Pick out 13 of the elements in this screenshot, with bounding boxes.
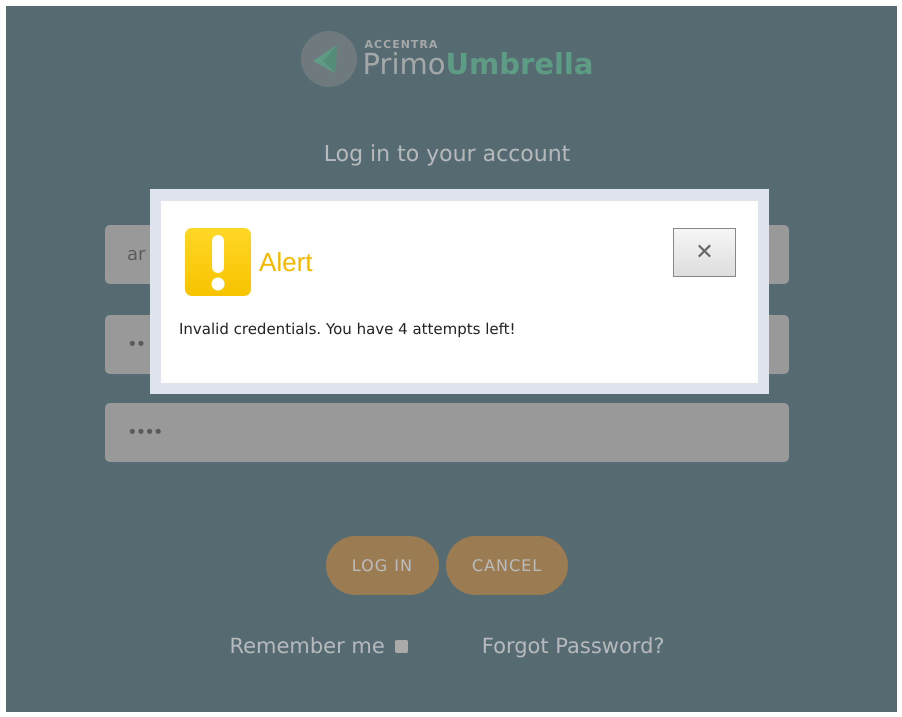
alert-message: Invalid credentials. You have 4 attempts left!	[179, 319, 517, 340]
logo-icon	[300, 31, 357, 87]
warning-icon	[185, 228, 251, 296]
forgot-password-link[interactable]: Forgot Password?	[482, 631, 665, 662]
close-button[interactable]: ✕	[673, 228, 736, 277]
brand-name: ACCENTRA	[364, 39, 440, 50]
cancel-button[interactable]: CANCEL	[446, 536, 568, 595]
login-button[interactable]: LOG IN	[326, 536, 439, 595]
password-field[interactable]: ••••	[105, 403, 789, 462]
remember-me-checkbox[interactable]	[394, 640, 408, 654]
dialog-title: Alert	[259, 246, 312, 278]
page-heading: Log in to your account	[324, 141, 570, 169]
remember-me-label: Remember me	[229, 633, 385, 660]
